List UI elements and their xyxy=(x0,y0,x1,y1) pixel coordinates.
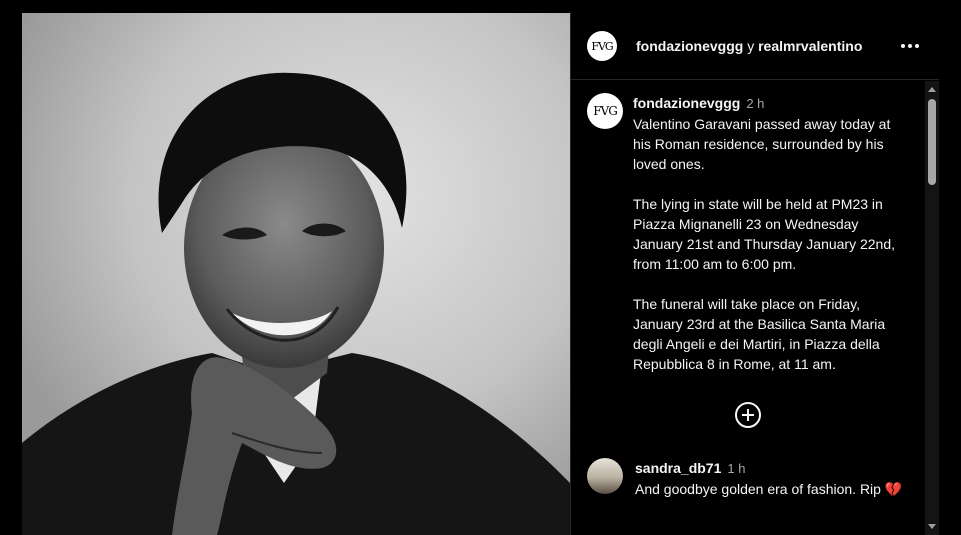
portrait-image xyxy=(22,13,570,535)
comment-body: sandra_db71 1 h And goodbye golden era of… xyxy=(635,458,905,499)
caption-paragraph: Valentino Garavani passed away today at … xyxy=(633,116,891,172)
caption: FVG fondazionevggg 2 h Valentino Garavani… xyxy=(571,81,925,374)
broken-heart-icon: 💔 xyxy=(884,481,903,497)
comment-time[interactable]: 1 h xyxy=(727,461,745,476)
comment-item: sandra_db71 1 h And goodbye golden era of… xyxy=(571,458,925,499)
comment-username[interactable]: sandra_db71 xyxy=(635,460,721,476)
post-authors: fondazionevggg y realmrvalentino xyxy=(636,38,862,54)
comment-text-line: And goodbye golden era of fashion. Rip 💔 xyxy=(635,479,905,499)
header-avatar[interactable]: FVG xyxy=(587,31,617,61)
post-photo[interactable] xyxy=(22,13,570,535)
load-more xyxy=(571,402,925,428)
post-header: FVG fondazionevggg y realmrvalentino xyxy=(571,13,939,80)
caption-paragraph: The lying in state will be held at PM23 … xyxy=(633,196,896,272)
caption-time[interactable]: 2 h xyxy=(746,96,764,111)
scrollbar[interactable] xyxy=(925,81,939,535)
scroll-down-arrow-icon[interactable] xyxy=(928,524,936,529)
scrollbar-thumb[interactable] xyxy=(928,99,936,185)
author-link-1[interactable]: fondazionevggg xyxy=(636,38,743,54)
comments-panel: FVG fondazionevggg y realmrvalentino FVG… xyxy=(570,13,939,535)
comments-list[interactable]: FVG fondazionevggg 2 h Valentino Garavani… xyxy=(571,81,925,535)
caption-username[interactable]: fondazionevggg xyxy=(633,95,740,111)
caption-avatar[interactable]: FVG xyxy=(587,93,623,129)
caption-body: fondazionevggg 2 h Valentino Garavani pas… xyxy=(633,93,908,374)
caption-paragraph: The funeral will take place on Friday, J… xyxy=(633,296,886,372)
scroll-up-arrow-icon[interactable] xyxy=(928,87,936,92)
commenter-avatar[interactable] xyxy=(587,458,623,494)
plus-circle-icon[interactable] xyxy=(735,402,761,428)
more-options-icon[interactable] xyxy=(897,40,923,52)
comment-text: And goodbye golden era of fashion. Rip xyxy=(635,481,881,497)
author-link-2[interactable]: realmrvalentino xyxy=(758,38,862,54)
author-separator: y xyxy=(747,38,755,54)
